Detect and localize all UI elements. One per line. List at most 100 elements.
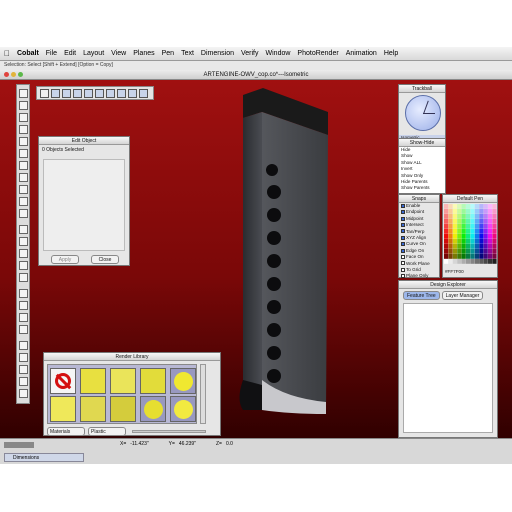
swatch-scrollbar[interactable] [200, 364, 206, 424]
color-swatch[interactable] [448, 229, 453, 234]
color-swatch[interactable] [457, 249, 462, 254]
snap-checkbox[interactable] [401, 203, 405, 208]
color-swatch[interactable] [466, 259, 471, 264]
color-swatch[interactable] [483, 204, 488, 209]
menu-window[interactable]: Window [266, 50, 291, 57]
color-swatch[interactable] [483, 249, 488, 254]
color-swatch[interactable] [492, 209, 497, 214]
snap-checkbox[interactable] [401, 261, 405, 266]
color-swatch[interactable] [466, 229, 471, 234]
color-swatch[interactable] [448, 209, 453, 214]
line-tool-icon[interactable] [19, 101, 28, 110]
color-swatch[interactable] [483, 214, 488, 219]
color-swatch[interactable] [483, 254, 488, 259]
color-grid[interactable] [444, 204, 498, 266]
color-swatch[interactable] [492, 229, 497, 234]
subcategory-select[interactable]: Plastic [88, 427, 126, 436]
fillet-tool-icon[interactable] [19, 185, 28, 194]
color-swatch[interactable] [470, 229, 475, 234]
horizontal-scrollbar[interactable] [4, 442, 34, 448]
color-swatch[interactable] [488, 229, 493, 234]
color-swatch[interactable] [461, 229, 466, 234]
color-swatch[interactable] [479, 204, 484, 209]
category-select[interactable]: Materials [47, 427, 85, 436]
color-swatch[interactable] [448, 254, 453, 259]
select-tool-icon[interactable] [19, 89, 28, 98]
color-swatch[interactable] [492, 244, 497, 249]
color-swatch[interactable] [444, 249, 449, 254]
snap-checkbox[interactable] [401, 274, 405, 279]
color-swatch[interactable] [474, 249, 479, 254]
tab-feature-tree[interactable]: Feature Tree [403, 291, 440, 300]
color-swatch[interactable] [474, 259, 479, 264]
color-swatch[interactable] [448, 239, 453, 244]
loft-tool-icon[interactable] [19, 261, 28, 270]
color-swatch[interactable] [461, 239, 466, 244]
color-swatch[interactable] [474, 219, 479, 224]
color-swatch[interactable] [452, 204, 457, 209]
material-swatch[interactable] [140, 396, 166, 422]
app-menu[interactable]: Cobalt [17, 50, 39, 57]
snap-checkbox[interactable] [401, 229, 405, 234]
color-swatch[interactable] [488, 254, 493, 259]
zoom-icon[interactable] [51, 88, 60, 98]
color-swatch[interactable] [457, 234, 462, 239]
color-swatch[interactable] [492, 249, 497, 254]
taskbar-item[interactable]: Dimensions [4, 453, 84, 462]
color-swatch[interactable] [457, 259, 462, 264]
color-swatch[interactable] [483, 234, 488, 239]
snap-checkbox[interactable] [401, 255, 405, 260]
curve-tool-icon[interactable] [19, 173, 28, 182]
trim-tool-icon[interactable] [19, 197, 28, 206]
color-swatch[interactable] [483, 244, 488, 249]
color-swatch[interactable] [457, 214, 462, 219]
trackball-control[interactable] [405, 95, 441, 131]
menu-verify[interactable]: Verify [241, 50, 259, 57]
color-swatch[interactable] [488, 234, 493, 239]
color-swatch[interactable] [470, 239, 475, 244]
apple-icon[interactable]:  [4, 49, 10, 58]
array-tool-icon[interactable] [19, 389, 28, 398]
spline-tool-icon[interactable] [19, 161, 28, 170]
color-swatch[interactable] [452, 209, 457, 214]
shaded-icon[interactable] [106, 88, 115, 98]
color-swatch[interactable] [457, 244, 462, 249]
color-swatch[interactable] [461, 209, 466, 214]
color-swatch[interactable] [479, 219, 484, 224]
no-material-swatch[interactable] [50, 368, 76, 394]
color-swatch[interactable] [448, 204, 453, 209]
color-swatch[interactable] [452, 224, 457, 229]
snap-option[interactable]: Plane Only [399, 273, 439, 279]
wireframe-icon[interactable] [84, 88, 93, 98]
color-swatch[interactable] [474, 234, 479, 239]
material-swatch[interactable] [170, 368, 196, 394]
color-swatch[interactable] [479, 234, 484, 239]
material-swatch[interactable] [50, 396, 76, 422]
arc-tool-icon[interactable] [19, 149, 28, 158]
color-swatch[interactable] [461, 219, 466, 224]
color-swatch[interactable] [444, 224, 449, 229]
apply-button[interactable]: Apply [51, 255, 79, 264]
color-swatch[interactable] [492, 259, 497, 264]
offset-tool-icon[interactable] [19, 209, 28, 218]
color-swatch[interactable] [483, 229, 488, 234]
color-swatch[interactable] [448, 214, 453, 219]
color-swatch[interactable] [466, 234, 471, 239]
color-swatch[interactable] [452, 259, 457, 264]
color-swatch[interactable] [466, 254, 471, 259]
color-swatch[interactable] [470, 259, 475, 264]
snap-checkbox[interactable] [401, 248, 405, 253]
color-swatch[interactable] [474, 239, 479, 244]
iso-view-icon[interactable] [117, 88, 126, 98]
color-swatch[interactable] [461, 259, 466, 264]
color-swatch[interactable] [474, 229, 479, 234]
color-swatch[interactable] [461, 249, 466, 254]
show-hide-item[interactable]: Show Parents [399, 185, 445, 191]
material-swatch[interactable] [110, 396, 136, 422]
color-swatch[interactable] [444, 209, 449, 214]
color-swatch[interactable] [466, 239, 471, 244]
color-swatch[interactable] [488, 209, 493, 214]
feature-tree-pane[interactable] [403, 303, 493, 433]
menu-dimension[interactable]: Dimension [201, 50, 234, 57]
pointer-icon[interactable] [40, 88, 49, 98]
